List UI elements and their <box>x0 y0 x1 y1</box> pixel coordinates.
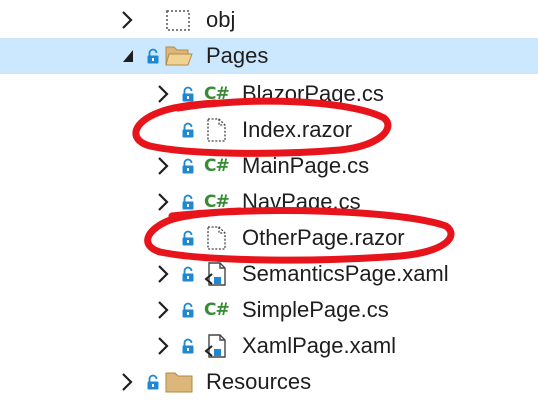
tree-item-label: NavPage.cs <box>242 189 361 214</box>
tree-item-label: Pages <box>206 43 269 68</box>
lock-icon <box>181 302 195 318</box>
folder-open-icon <box>164 42 194 70</box>
chevron-right-icon[interactable] <box>154 292 172 328</box>
lock-icon <box>181 194 195 210</box>
xaml-file-icon <box>202 260 232 288</box>
csharp-file-icon: C# <box>204 300 230 320</box>
lock-icon <box>181 230 195 246</box>
lock-icon <box>181 158 195 174</box>
tree-item-mainpage-cs[interactable]: C# MainPage.cs <box>0 148 538 184</box>
tree-item-label: SimplePage.cs <box>242 297 389 322</box>
tree-item-obj[interactable]: obj <box>0 2 538 38</box>
chevron-right-icon[interactable] <box>154 76 172 112</box>
chevron-expanded-icon[interactable] <box>118 38 136 74</box>
lock-icon <box>181 122 195 138</box>
chevron-right-icon[interactable] <box>154 328 172 364</box>
tree-item-pages[interactable]: Pages <box>0 38 538 74</box>
csharp-file-icon: C# <box>204 156 230 176</box>
tree-item-index-razor[interactable]: Index.razor <box>0 112 538 148</box>
tree-item-otherpage-razor[interactable]: OtherPage.razor <box>0 220 538 256</box>
tree-item-blazorpage-cs[interactable]: C# BlazorPage.cs <box>0 76 538 112</box>
tree-item-label: XamlPage.xaml <box>242 333 397 358</box>
lock-icon <box>146 48 160 64</box>
tree-item-navpage-cs[interactable]: C# NavPage.cs <box>0 184 538 220</box>
tree-item-label: BlazorPage.cs <box>242 81 384 106</box>
lock-icon <box>181 86 195 102</box>
dotted-folder-icon <box>164 6 194 34</box>
tree-item-label: Index.razor <box>242 117 353 142</box>
tree-item-label: MainPage.cs <box>242 153 370 178</box>
razor-file-icon <box>202 116 232 144</box>
lock-icon <box>181 338 195 354</box>
folder-icon <box>164 368 194 396</box>
chevron-right-icon[interactable] <box>118 2 136 38</box>
csharp-file-icon: C# <box>204 192 230 212</box>
solution-explorer-tree: obj Pages C# BlazorPage.cs Index.razor C… <box>0 0 538 406</box>
chevron-right-icon[interactable] <box>118 364 136 400</box>
tree-item-resources[interactable]: Resources <box>0 364 538 400</box>
chevron-right-icon[interactable] <box>154 148 172 184</box>
tree-item-xamlpage-xaml[interactable]: XamlPage.xaml <box>0 328 538 364</box>
tree-item-label: obj <box>206 7 236 32</box>
chevron-right-icon[interactable] <box>154 256 172 292</box>
lock-icon <box>181 266 195 282</box>
tree-item-semanticspage-xaml[interactable]: SemanticsPage.xaml <box>0 256 538 292</box>
razor-file-icon <box>202 224 232 252</box>
tree-item-simplepage-cs[interactable]: C# SimplePage.cs <box>0 292 538 328</box>
csharp-file-icon: C# <box>204 84 230 104</box>
tree-item-label: SemanticsPage.xaml <box>242 261 449 286</box>
tree-item-label: OtherPage.razor <box>242 225 405 250</box>
lock-icon <box>146 374 160 390</box>
chevron-right-icon[interactable] <box>154 184 172 220</box>
tree-item-label: Resources <box>206 369 312 394</box>
xaml-file-icon <box>202 332 232 360</box>
